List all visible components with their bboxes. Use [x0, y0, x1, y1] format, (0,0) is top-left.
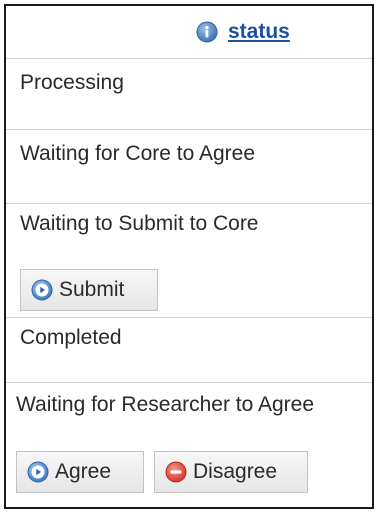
agree-button-label: Agree [55, 460, 112, 483]
submit-button-label: Submit [59, 278, 125, 301]
status-row-waiting-submit: Waiting to Submit to Core Submit [6, 204, 372, 318]
info-icon [196, 21, 218, 43]
status-panel: status Processing Waiting for Core to Ag… [4, 4, 374, 509]
disagree-button-label: Disagree [193, 460, 278, 483]
disagree-button[interactable]: Disagree [154, 451, 308, 493]
agree-button[interactable]: Agree [16, 451, 144, 493]
row-label: Waiting for Core to Agree [20, 142, 255, 165]
row-label: Waiting for Researcher to Agree [16, 393, 315, 416]
status-row-completed: Completed [6, 318, 372, 383]
minus-circle-icon [165, 461, 187, 483]
status-row-waiting-researcher: Waiting for Researcher to Agree Agree Di… [6, 383, 372, 507]
row-label: Completed [20, 326, 122, 349]
status-link-label[interactable]: status [228, 20, 290, 44]
status-row-processing: Processing [6, 59, 372, 130]
play-circle-icon [27, 461, 49, 483]
row-label: Processing [20, 71, 124, 94]
play-circle-icon [31, 279, 53, 301]
row-label: Waiting to Submit to Core [20, 212, 259, 235]
submit-button[interactable]: Submit [20, 269, 158, 311]
status-link[interactable]: status [196, 20, 290, 44]
status-row-waiting-core-agree: Waiting for Core to Agree [6, 130, 372, 204]
status-header: status [6, 6, 372, 59]
